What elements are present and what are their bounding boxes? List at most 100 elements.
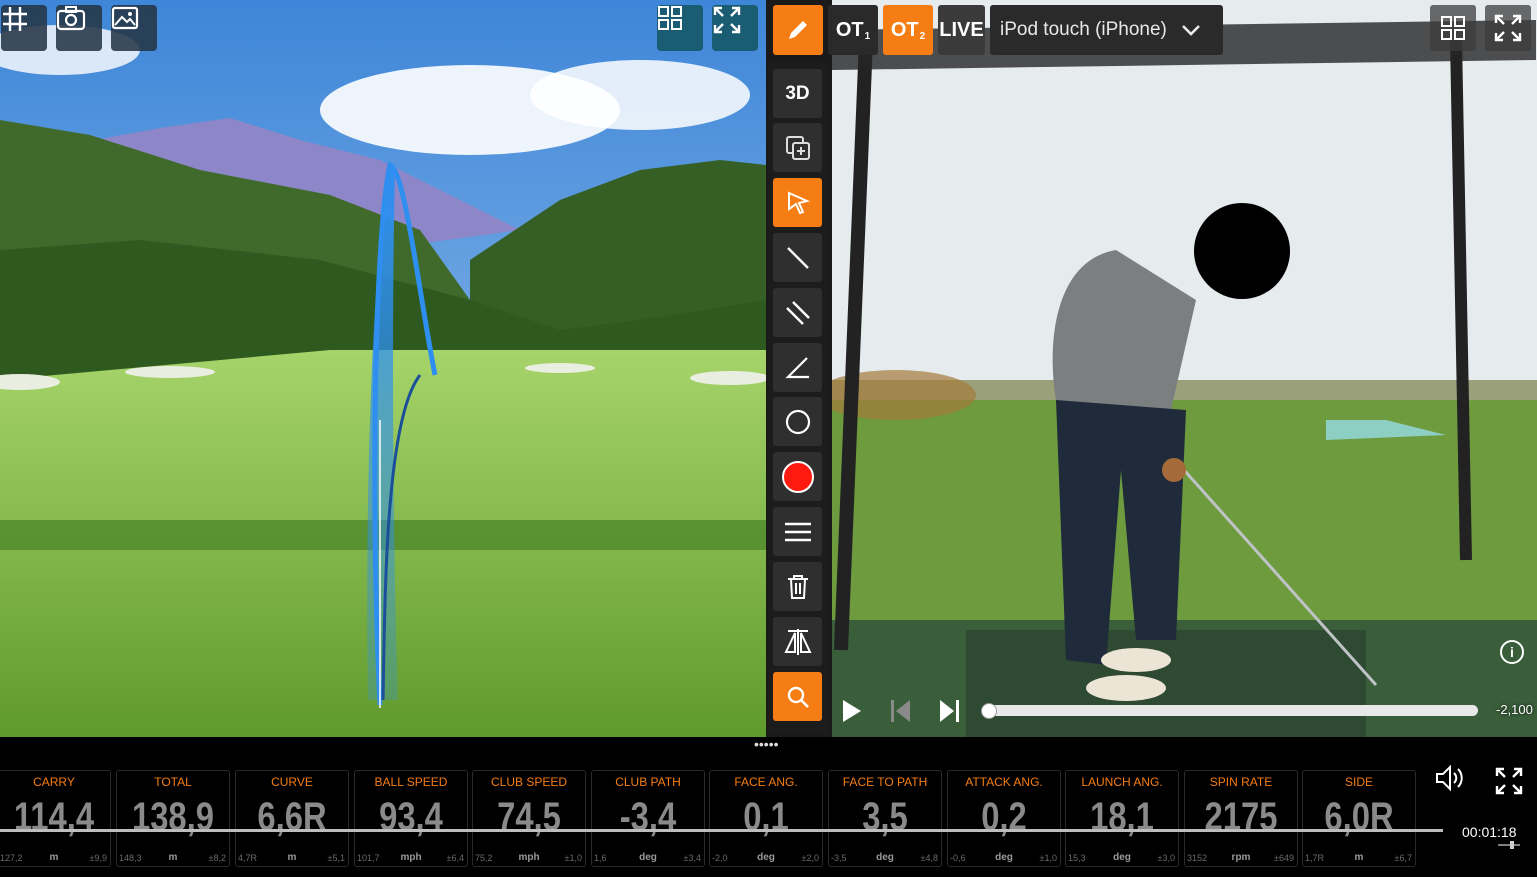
video-layout-button[interactable]	[1430, 5, 1476, 51]
stat-label: SPIN RATE	[1209, 775, 1273, 789]
stat-total[interactable]: TOTAL 138,9 148,3 m ±8,2	[116, 770, 230, 867]
stat-curve[interactable]: CURVE 6,6R 4,7R m ±5,1	[235, 770, 349, 867]
simulator-view	[0, 0, 766, 737]
stat-launch-angle[interactable]: LAUNCH ANG. 18,1 15,3 deg ±3,0	[1065, 770, 1179, 867]
volume-icon[interactable]	[1434, 763, 1466, 793]
stat-label: CLUB SPEED	[490, 775, 568, 789]
zoom-button[interactable]	[773, 672, 822, 721]
search-icon	[787, 686, 809, 708]
mirror-button[interactable]	[773, 617, 822, 666]
camera-icon	[56, 6, 86, 31]
color-swatch-icon	[781, 460, 814, 493]
ot1-button[interactable]: OT 1	[828, 5, 878, 55]
stat-value: 18,1	[1090, 795, 1154, 839]
gallery-button[interactable]	[111, 5, 157, 51]
stat-label: ATTACK ANG.	[965, 775, 1043, 789]
stat-club-speed[interactable]: CLUB SPEED 74,5 75,2 mph ±1,0	[472, 770, 586, 867]
video-fullscreen-button[interactable]	[1485, 5, 1531, 51]
chevron-down-icon	[1182, 25, 1200, 36]
info-icon[interactable]: i	[1500, 640, 1524, 664]
annotation-tool-rail: 3D	[768, 62, 829, 734]
screenshot-button[interactable]	[56, 5, 102, 51]
fullscreen-icon	[713, 6, 741, 34]
ot2-button[interactable]: OT 2	[883, 5, 933, 55]
stat-value: 6,6R	[257, 795, 327, 839]
stat-face-to-path[interactable]: FACE TO PATH 3,5 -3,5 deg ±4,8	[828, 770, 942, 867]
copy-plus-icon	[785, 135, 810, 160]
play-icon[interactable]	[840, 698, 864, 724]
3d-view-button[interactable]: 3D	[773, 69, 822, 118]
sim-fullscreen-button[interactable]	[712, 5, 758, 51]
ot1-label: OT	[835, 18, 864, 41]
trash-icon	[787, 574, 808, 599]
stat-label: TOTAL	[154, 775, 192, 789]
image-icon	[111, 6, 139, 30]
parallel-lines-tool-button[interactable]	[773, 288, 822, 337]
stat-label: FACE TO PATH	[842, 775, 928, 789]
duplicate-button[interactable]	[773, 123, 822, 172]
circle-tool-button[interactable]	[773, 397, 822, 446]
grid-toggle-button[interactable]	[1, 5, 47, 51]
mirror-flip-icon	[783, 628, 812, 655]
parallel-lines-icon	[785, 300, 810, 325]
stat-face-angle[interactable]: FACE ANG. 0,1 -2,0 deg ±2,0	[709, 770, 823, 867]
stat-label: FACE ANG.	[734, 775, 798, 789]
scrubber-handle[interactable]	[981, 703, 997, 719]
playback-timeline[interactable]	[0, 829, 1443, 832]
speed-slider-icon[interactable]	[1496, 838, 1522, 852]
stat-club-path[interactable]: CLUB PATH -3,4 1,6 deg ±3,4	[591, 770, 705, 867]
skip-forward-icon[interactable]	[938, 698, 962, 724]
line-icon	[786, 246, 809, 269]
grid-hash-icon	[3, 7, 27, 31]
stat-label: CURVE	[271, 775, 313, 789]
layout-button[interactable]	[657, 5, 703, 51]
ot1-sub: 1	[864, 30, 871, 42]
stat-deviation: ±2,0	[801, 853, 819, 863]
video-scrubber[interactable]	[988, 705, 1478, 716]
stat-ball-speed[interactable]: BALL SPEED 93,4 101,7 mph ±6,4	[354, 770, 468, 867]
cursor-arrow-icon	[787, 190, 810, 214]
panel-resize-handle[interactable]: •••••	[754, 737, 779, 751]
stat-deviation: ±649	[1274, 853, 1294, 863]
skip-back-icon[interactable]	[888, 698, 912, 724]
stat-deviation: ±6,7	[1394, 853, 1412, 863]
stat-side[interactable]: SIDE 6,0R 1,7R m ±6,7	[1302, 770, 1416, 867]
stat-deviation: ±4,8	[920, 853, 938, 863]
stat-value: 6,0R	[1324, 795, 1394, 839]
stat-deviation: ±3,0	[1157, 853, 1175, 863]
stat-value: 138,9	[131, 795, 215, 839]
angle-tool-button[interactable]	[773, 343, 822, 392]
delete-button[interactable]	[773, 562, 822, 611]
color-picker-button[interactable]	[773, 452, 822, 501]
stat-label: CARRY	[33, 775, 75, 789]
stat-deviation: ±5,1	[327, 853, 345, 863]
stat-value: 2175	[1204, 795, 1278, 839]
line-tool-button[interactable]	[773, 233, 822, 282]
3d-label: 3D	[785, 82, 810, 104]
line-weight-icon	[784, 522, 811, 541]
pencil-icon	[789, 21, 807, 39]
device-select[interactable]: iPod touch (iPhone)	[990, 5, 1223, 55]
stat-label: LAUNCH ANG.	[1081, 775, 1163, 789]
stat-value: 74,5	[497, 795, 561, 839]
stat-spin-rate[interactable]: SPIN RATE 2175 3152 rpm ±649	[1184, 770, 1298, 867]
stat-deviation: ±9,9	[89, 853, 107, 863]
swing-video-frame	[766, 0, 1537, 737]
draw-mode-button[interactable]	[773, 5, 823, 55]
fullscreen-icon[interactable]	[1494, 766, 1524, 796]
swing-video-view[interactable]: i	[766, 0, 1537, 737]
line-width-button[interactable]	[773, 507, 822, 556]
stat-deviation: ±8,2	[208, 853, 226, 863]
stat-attack-angle[interactable]: ATTACK ANG. 0,2 -0,6 deg ±1,0	[947, 770, 1061, 867]
stat-value: -3,4	[619, 795, 677, 839]
ot2-sub: 2	[919, 30, 926, 42]
stat-value: 0,1	[743, 795, 789, 839]
stat-carry[interactable]: CARRY 114,4 127,2 m ±9,9	[0, 770, 111, 867]
fullscreen-icon	[1494, 14, 1522, 42]
circle-icon	[785, 409, 810, 434]
live-button[interactable]: LIVE	[938, 5, 985, 55]
stat-value: 0,2	[981, 795, 1027, 839]
select-tool-button[interactable]	[773, 178, 822, 227]
stat-deviation: ±1,0	[564, 853, 582, 863]
stat-deviation: ±3,4	[683, 853, 701, 863]
